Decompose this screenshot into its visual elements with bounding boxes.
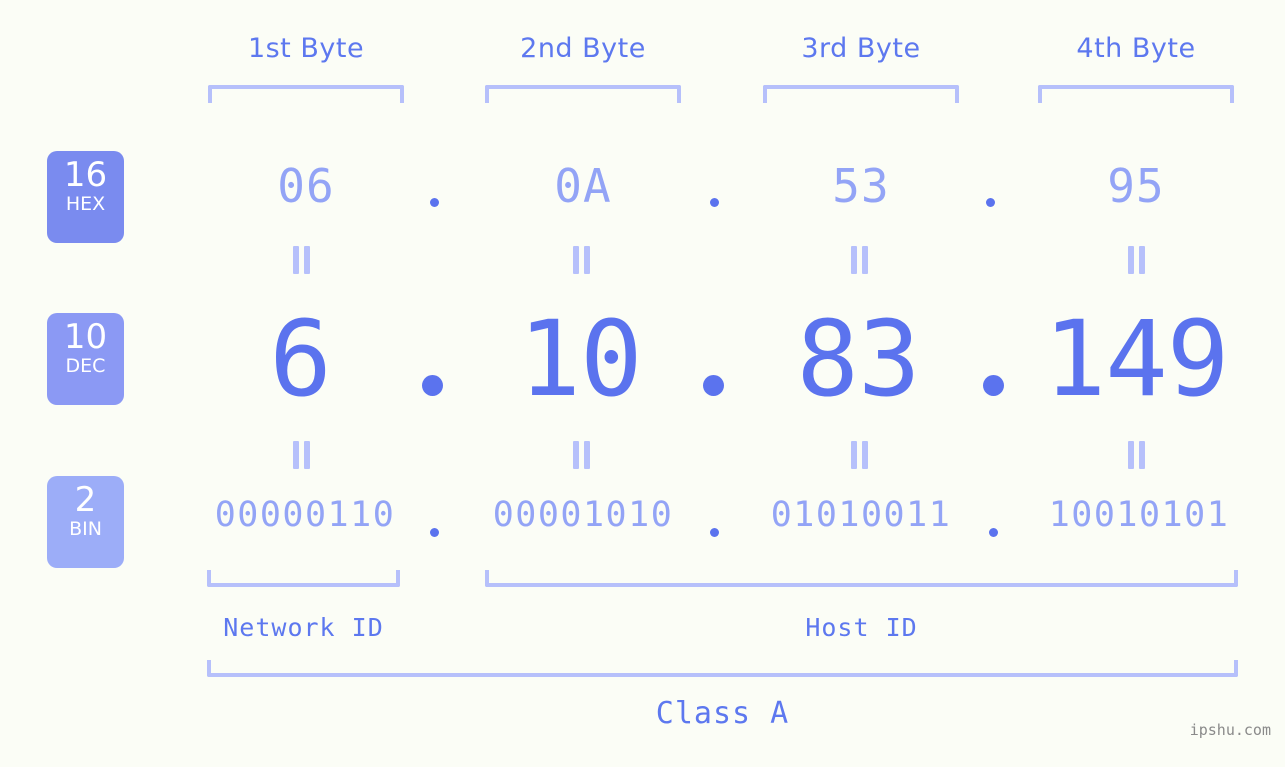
byte-bracket-1 (208, 85, 404, 103)
equals-mark-hex-dec-3 (847, 246, 871, 274)
base-badge-dec-number: 10 (63, 317, 108, 357)
site-watermark: ipshu.com (1189, 721, 1271, 739)
hex-byte-2: 0A (554, 159, 612, 213)
network-id-bracket (207, 570, 400, 587)
host-id-label: Host ID (805, 613, 918, 642)
dec-separator-dot-2 (703, 375, 724, 396)
base-badge-hex-number: 16 (63, 155, 108, 195)
equals-mark-dec-bin-2 (569, 441, 593, 469)
bin-separator-dot-3 (989, 528, 998, 537)
bin-byte-1: 00000110 (214, 495, 396, 535)
hex-separator-dot-2 (710, 198, 719, 207)
hex-byte-4: 95 (1107, 159, 1165, 213)
hex-byte-1: 06 (277, 159, 335, 213)
class-label: Class A (655, 696, 790, 731)
host-id-bracket (485, 570, 1238, 587)
equals-mark-hex-dec-4 (1124, 246, 1148, 274)
equals-mark-dec-bin-4 (1124, 441, 1148, 469)
base-badge-dec: 10 DEC (47, 313, 124, 405)
hex-separator-dot-3 (986, 198, 995, 207)
byte-header-label-1: 1st Byte (247, 33, 365, 64)
base-badge-bin: 2 BIN (47, 476, 124, 568)
byte-bracket-2 (485, 85, 681, 103)
bin-separator-dot-1 (430, 528, 439, 537)
bin-byte-2: 00001010 (492, 495, 674, 535)
base-badge-hex: 16 HEX (47, 151, 124, 243)
byte-bracket-3 (763, 85, 959, 103)
dec-separator-dot-3 (983, 375, 1004, 396)
base-badge-bin-label: BIN (69, 518, 102, 540)
byte-bracket-4 (1038, 85, 1234, 103)
byte-header-label-3: 3rd Byte (801, 33, 921, 64)
dec-byte-3: 83 (796, 298, 920, 420)
dec-separator-dot-1 (422, 375, 443, 396)
byte-header-label-2: 2nd Byte (520, 33, 646, 64)
base-badge-hex-label: HEX (65, 193, 106, 215)
class-bracket (207, 660, 1238, 677)
equals-mark-dec-bin-1 (289, 441, 313, 469)
bin-byte-4: 10010101 (1048, 495, 1230, 535)
equals-mark-hex-dec-2 (569, 246, 593, 274)
bin-byte-3: 01010011 (770, 495, 952, 535)
dec-byte-2: 10 (518, 298, 642, 420)
byte-header-label-4: 4th Byte (1076, 33, 1196, 64)
dec-byte-1: 6 (269, 298, 332, 420)
base-badge-dec-label: DEC (65, 355, 106, 377)
dec-byte-4: 149 (1043, 298, 1230, 420)
equals-mark-dec-bin-3 (847, 441, 871, 469)
base-badge-bin-number: 2 (74, 480, 97, 520)
equals-mark-hex-dec-1 (289, 246, 313, 274)
bin-separator-dot-2 (710, 528, 719, 537)
ip-address-breakdown-diagram: 1st Byte 2nd Byte 3rd Byte 4th Byte 16 H… (0, 0, 1285, 767)
hex-byte-3: 53 (832, 159, 890, 213)
network-id-label: Network ID (223, 613, 384, 642)
hex-separator-dot-1 (430, 198, 439, 207)
